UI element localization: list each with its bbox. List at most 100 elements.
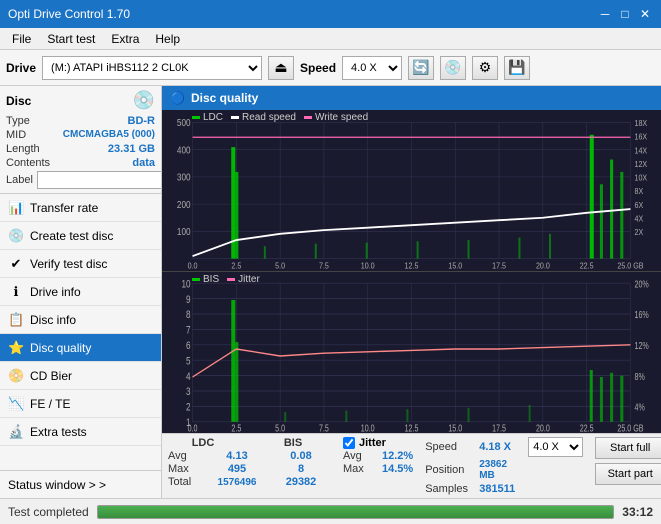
menu-file[interactable]: File: [4, 30, 39, 48]
position-label: Position: [425, 464, 475, 476]
svg-text:12%: 12%: [635, 340, 650, 351]
minimize-button[interactable]: ─: [597, 6, 613, 22]
nav-disc-info[interactable]: 📋 Disc info: [0, 306, 161, 334]
chart1-wrapper: LDC Read speed Write speed: [162, 110, 661, 272]
speed-select-toolbar[interactable]: 4.0 X 1.0 X 2.0 X 6.0 X 8.0 X Max: [342, 56, 402, 80]
svg-text:500: 500: [177, 117, 191, 128]
transfer-rate-icon: 📊: [8, 200, 24, 216]
menu-help[interactable]: Help: [147, 30, 188, 48]
nav-items: 📊 Transfer rate 💿 Create test disc ✔ Ver…: [0, 194, 161, 470]
nav-transfer-rate-label: Transfer rate: [30, 201, 98, 215]
svg-text:8: 8: [186, 309, 191, 322]
length-value: 23.31 GB: [108, 143, 155, 155]
drive-select[interactable]: (M:) ATAPI iHBS112 2 CL0K: [42, 56, 262, 80]
main-container: Disc 💿 Type BD-R MID CMCMAGBA5 (000) Len…: [0, 86, 661, 498]
stats-bar: LDC BIS Avg 4.13 0.08 Max 495 8 Total 15…: [162, 433, 661, 498]
svg-text:17.5: 17.5: [492, 261, 506, 271]
media-button[interactable]: 💿: [440, 56, 466, 80]
chart2-svg: 10 9 8 7 6 5 4 3 2 1 20% 16% 12% 8% 4%: [162, 272, 661, 433]
nav-drive-info[interactable]: ℹ Drive info: [0, 278, 161, 306]
nav-disc-info-label: Disc info: [30, 313, 76, 327]
bis-max: 8: [271, 463, 331, 475]
menu-start-test[interactable]: Start test: [39, 30, 103, 48]
ldc-bis-section: LDC BIS Avg 4.13 0.08 Max 495 8 Total 15…: [168, 437, 331, 488]
drive-label: Drive: [6, 61, 36, 75]
nav-fe-te-label: FE / TE: [30, 397, 70, 411]
bis-avg: 0.08: [271, 450, 331, 462]
speed-stat-label: Speed: [425, 441, 475, 453]
label-label: Label: [6, 174, 33, 186]
eject-button[interactable]: ⏏: [268, 56, 294, 80]
svg-text:0.0: 0.0: [188, 422, 198, 433]
status-text: Test completed: [8, 505, 89, 519]
jitter-checkbox[interactable]: [343, 437, 355, 449]
window-controls: ─ □ ✕: [597, 6, 653, 22]
svg-text:5: 5: [186, 355, 191, 368]
bis-legend-label: BIS: [203, 274, 219, 285]
sidebar: Disc 💿 Type BD-R MID CMCMAGBA5 (000) Len…: [0, 86, 162, 498]
menu-extra[interactable]: Extra: [103, 30, 147, 48]
speed-label: Speed: [300, 61, 336, 75]
nav-verify-test-disc[interactable]: ✔ Verify test disc: [0, 250, 161, 278]
start-part-button[interactable]: Start part: [595, 463, 661, 485]
close-button[interactable]: ✕: [637, 6, 653, 22]
refresh-button[interactable]: 🔄: [408, 56, 434, 80]
status-window[interactable]: Status window > >: [0, 470, 161, 498]
svg-text:15.0: 15.0: [448, 422, 462, 433]
jitter-label: Jitter: [359, 437, 386, 449]
write-speed-legend-label: Write speed: [315, 112, 368, 123]
svg-text:8%: 8%: [635, 371, 646, 382]
disc-icon: 💿: [133, 90, 155, 111]
nav-cd-bler[interactable]: 📀 CD Bier: [0, 362, 161, 390]
write-speed-legend-dot: [304, 116, 312, 119]
type-value: BD-R: [128, 115, 156, 127]
nav-create-test-disc[interactable]: 💿 Create test disc: [0, 222, 161, 250]
jitter-max: 14.5%: [382, 463, 413, 475]
jitter-max-label: Max: [343, 463, 378, 475]
svg-text:14X: 14X: [635, 146, 648, 156]
extra-tests-icon: 🔬: [8, 424, 24, 440]
chart1-legend: LDC Read speed Write speed: [192, 112, 368, 123]
nav-fe-te[interactable]: 📉 FE / TE: [0, 390, 161, 418]
svg-text:2: 2: [186, 401, 191, 414]
title-bar: Opti Drive Control 1.70 ─ □ ✕: [0, 0, 661, 28]
ldc-avg: 4.13: [207, 450, 267, 462]
type-label: Type: [6, 115, 30, 127]
ldc-legend-dot: [192, 116, 200, 119]
label-input[interactable]: [37, 171, 162, 189]
chart1-svg: 500 400 300 200 100 18X 16X 14X 12X 10X …: [162, 110, 661, 271]
svg-text:25.0 GB: 25.0 GB: [617, 422, 643, 433]
jitter-legend: Jitter: [227, 274, 260, 285]
svg-text:12X: 12X: [635, 159, 648, 169]
svg-text:4: 4: [186, 371, 191, 384]
nav-transfer-rate[interactable]: 📊 Transfer rate: [0, 194, 161, 222]
disc-quality-icon: ⭐: [8, 340, 24, 356]
read-speed-legend: Read speed: [231, 112, 296, 123]
svg-text:400: 400: [177, 145, 191, 156]
save-button[interactable]: 💾: [504, 56, 530, 80]
settings-button[interactable]: ⚙: [472, 56, 498, 80]
svg-text:7.5: 7.5: [319, 422, 329, 433]
contents-label: Contents: [6, 157, 50, 169]
svg-text:17.5: 17.5: [492, 422, 506, 433]
nav-disc-quality[interactable]: ⭐ Disc quality: [0, 334, 161, 362]
svg-text:6X: 6X: [635, 200, 644, 210]
svg-text:300: 300: [177, 172, 191, 183]
quality-icon: 🔵: [170, 91, 185, 105]
quality-title: Disc quality: [191, 91, 258, 105]
action-buttons: Start full Start part: [595, 437, 661, 485]
app-title: Opti Drive Control 1.70: [8, 7, 130, 21]
speed-select-stats[interactable]: 4.0 X 2.0 X Max: [528, 437, 583, 457]
toolbar: Drive (M:) ATAPI iHBS112 2 CL0K ⏏ Speed …: [0, 50, 661, 86]
nav-extra-tests[interactable]: 🔬 Extra tests: [0, 418, 161, 446]
maximize-button[interactable]: □: [617, 6, 633, 22]
svg-text:12.5: 12.5: [405, 261, 419, 271]
start-full-button[interactable]: Start full: [595, 437, 661, 459]
nav-cd-bler-label: CD Bier: [30, 369, 72, 383]
jitter-legend-label: Jitter: [238, 274, 260, 285]
total-label: Total: [168, 476, 203, 488]
menu-bar: File Start test Extra Help: [0, 28, 661, 50]
drive-info-icon: ℹ: [8, 284, 24, 300]
verify-test-disc-icon: ✔: [8, 256, 24, 272]
svg-text:4X: 4X: [635, 214, 644, 224]
